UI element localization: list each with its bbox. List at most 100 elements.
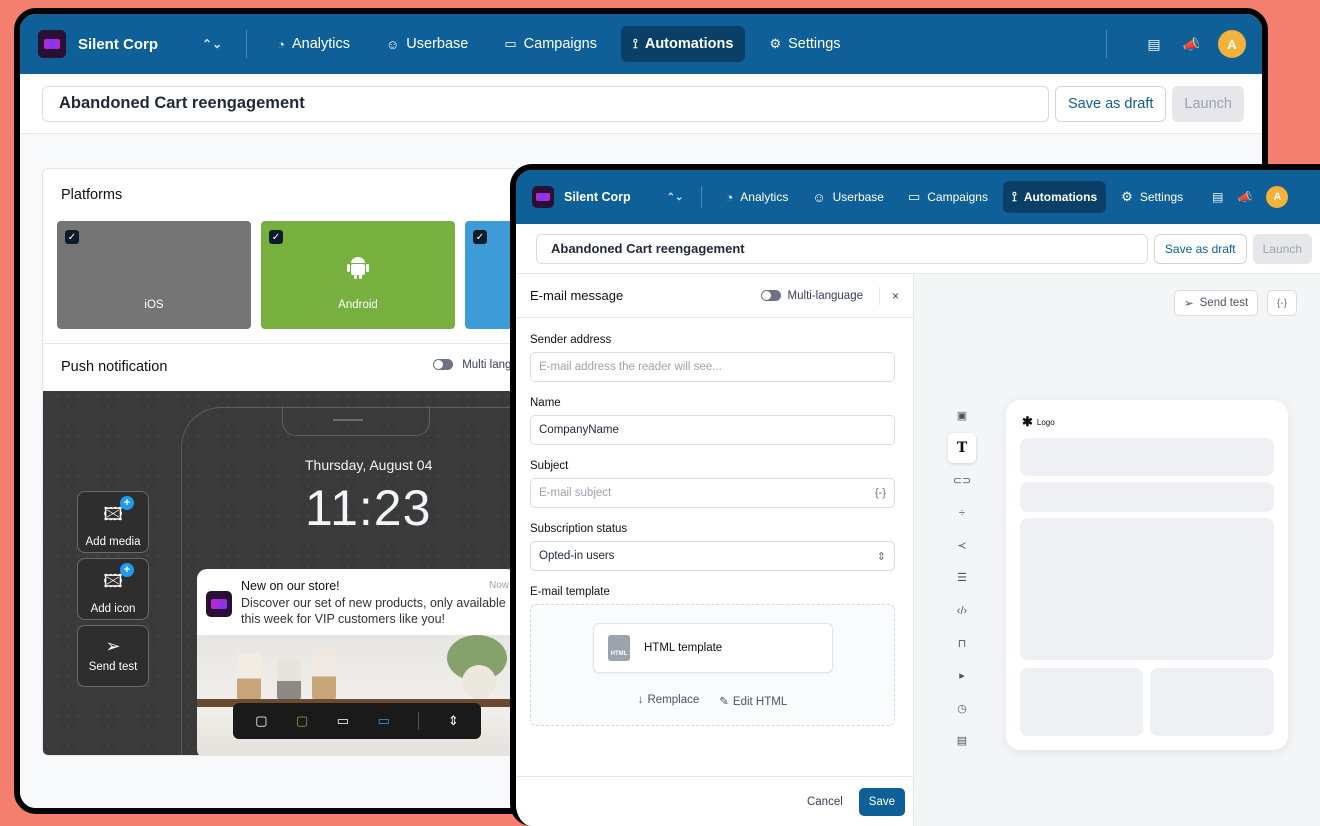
toggle-label: Multi lang bbox=[462, 359, 512, 371]
email-block[interactable] bbox=[1150, 668, 1274, 736]
subject-input[interactable]: E-mail subject {-} bbox=[530, 478, 895, 508]
send-test-label: Send test bbox=[1199, 297, 1249, 309]
image-icon: 🖾 + bbox=[78, 563, 148, 599]
subscription-select[interactable]: Opted-in users ⇕ bbox=[530, 541, 895, 571]
save-draft-button[interactable]: Save as draft bbox=[1054, 85, 1167, 122]
announcements-icon[interactable]: 📣 bbox=[1238, 190, 1253, 204]
variables-button[interactable]: {-} bbox=[1267, 290, 1297, 316]
variable-insert-icon[interactable]: {-} bbox=[875, 487, 886, 499]
image-block-icon[interactable]: ▣ bbox=[948, 400, 976, 430]
toggle-off[interactable] bbox=[433, 359, 453, 371]
checkbox-checked[interactable]: ✓ bbox=[65, 230, 79, 244]
sender-label: Sender address bbox=[530, 334, 612, 346]
send-icon: ➢ bbox=[1184, 298, 1194, 310]
product-block-icon[interactable]: ⊓ bbox=[948, 628, 976, 658]
launch-button[interactable]: Launch bbox=[1172, 85, 1244, 122]
subscription-value: Opted-in users bbox=[539, 550, 615, 562]
footer-block-icon[interactable]: ▤ bbox=[948, 726, 976, 756]
html-template-card[interactable]: HTML HTML template bbox=[593, 623, 833, 673]
code-block-icon[interactable]: ‹/› bbox=[948, 596, 976, 626]
platform-android[interactable]: ✓ Android bbox=[261, 221, 455, 329]
video-block-icon[interactable]: ▸ bbox=[948, 661, 976, 691]
save-draft-button[interactable]: Save as draft bbox=[1153, 233, 1247, 264]
panel-title: E-mail message bbox=[530, 288, 624, 303]
nav-campaigns[interactable]: ▭ Campaigns bbox=[492, 26, 609, 62]
add-media-button[interactable]: 🖾 + Add media bbox=[77, 491, 149, 553]
campaign-title-input[interactable]: Abandoned Cart reengagement bbox=[536, 233, 1148, 264]
ios-device-icon[interactable]: ▢ bbox=[255, 713, 267, 729]
notification-time: Now bbox=[488, 580, 509, 591]
email-logo[interactable]: ✱ Logo bbox=[1022, 414, 1055, 430]
nav-userbase[interactable]: ☺ Userbase bbox=[374, 26, 480, 62]
nav-label: Settings bbox=[788, 36, 841, 52]
chevron-updown-icon: ⇕ bbox=[876, 550, 886, 563]
vase-shape bbox=[462, 665, 496, 699]
checkbox-checked[interactable]: ✓ bbox=[473, 230, 487, 244]
template-label: E-mail template bbox=[530, 586, 610, 598]
divider-block-icon[interactable]: ÷ bbox=[948, 498, 976, 528]
nav-settings[interactable]: ⚙ Settings bbox=[1112, 181, 1192, 213]
nav-analytics[interactable]: ◔ Analytics bbox=[265, 26, 362, 62]
docs-icon[interactable]: ▤ bbox=[1147, 36, 1160, 53]
add-icon-button[interactable]: 🖾 + Add icon bbox=[77, 558, 149, 620]
platform-ios[interactable]: ✓ iOS bbox=[57, 221, 251, 329]
nav-campaigns[interactable]: ▭ Campaigns bbox=[899, 181, 997, 213]
nav-label: Analytics bbox=[291, 36, 351, 52]
template-actions: ↓ Remplace ✎ Edit HTML bbox=[531, 694, 894, 708]
sender-address-input[interactable]: E-mail address the reader will see... bbox=[530, 352, 895, 382]
email-block[interactable] bbox=[1020, 668, 1143, 736]
notification-title: New on our store! bbox=[241, 579, 340, 593]
avatar[interactable]: A bbox=[1218, 30, 1246, 58]
collapse-icon[interactable]: ⇕ bbox=[448, 713, 459, 729]
subject-placeholder: E-mail subject bbox=[539, 487, 612, 499]
replace-button[interactable]: ↓ Remplace bbox=[638, 694, 700, 708]
header-divider bbox=[878, 286, 880, 305]
toggle-off[interactable] bbox=[760, 290, 781, 301]
text-block-icon[interactable]: T bbox=[948, 432, 976, 463]
spacer-block-icon[interactable]: ☰ bbox=[948, 563, 976, 593]
name-input[interactable]: CompanyName bbox=[530, 415, 895, 445]
send-test-button[interactable]: ➢ Send test bbox=[77, 625, 149, 687]
nav-automations[interactable]: ⟟ Automations bbox=[621, 26, 746, 62]
campaign-title-input[interactable]: Abandoned Cart reengagement bbox=[42, 85, 1049, 122]
template-dropzone[interactable]: HTML HTML template ↓ Remplace ✎ Edit HTML bbox=[530, 604, 895, 726]
nav-automations[interactable]: ⟟ Automations bbox=[1002, 181, 1107, 213]
download-icon: ↓ bbox=[637, 694, 644, 706]
campaign-title-bar: Abandoned Cart reengagement Save as draf… bbox=[20, 74, 1262, 134]
save-button[interactable]: Save bbox=[858, 787, 905, 816]
email-block[interactable] bbox=[1020, 482, 1274, 512]
brand-logo bbox=[38, 30, 66, 58]
nav-label: Campaigns bbox=[927, 190, 988, 204]
nav-userbase[interactable]: ☺ Userbase bbox=[803, 182, 893, 213]
android-device-icon[interactable]: ▢ bbox=[296, 713, 308, 729]
email-block[interactable] bbox=[1020, 438, 1274, 476]
multilanguage-toggle[interactable]: Multi-language bbox=[760, 290, 863, 302]
close-icon[interactable]: × bbox=[892, 289, 899, 303]
campaign-title-bar: Abandoned Cart reengagement Save as draf… bbox=[516, 224, 1320, 274]
plus-badge-icon: + bbox=[120, 496, 134, 510]
button-block-icon[interactable]: ⊂⊃ bbox=[948, 465, 976, 495]
windows-device-icon[interactable]: ▭ bbox=[378, 713, 390, 729]
social-block-icon[interactable]: ≺ bbox=[948, 530, 976, 560]
workspace-switcher[interactable]: Silent Corp ⌃⌄ bbox=[38, 30, 222, 58]
gear-icon: ⚙ bbox=[769, 36, 782, 51]
nav-settings[interactable]: ⚙ Settings bbox=[757, 26, 852, 62]
users-icon: ☺ bbox=[812, 189, 826, 205]
send-test-button[interactable]: ➢ Send test bbox=[1174, 290, 1259, 316]
mac-device-icon[interactable]: ▭ bbox=[337, 713, 349, 729]
template-card-label: HTML template bbox=[644, 642, 723, 654]
nav-analytics[interactable]: ◔ Analytics bbox=[716, 182, 797, 213]
launch-button[interactable]: Launch bbox=[1252, 233, 1312, 264]
top-navbar: Silent Corp ⌃⌄ ◔ Analytics ☺ Userbase ▭ Cam… bbox=[516, 170, 1320, 224]
edit-html-button[interactable]: ✎ Edit HTML bbox=[719, 694, 787, 708]
push-multilang-toggle[interactable]: Multi lang bbox=[433, 359, 511, 371]
send-icon: ➢ bbox=[105, 636, 121, 656]
docs-icon[interactable]: ▤ bbox=[1212, 190, 1223, 204]
cancel-button[interactable]: Cancel bbox=[807, 796, 843, 808]
timer-block-icon[interactable]: ◷ bbox=[948, 693, 976, 723]
workspace-switcher[interactable]: Silent Corp ⌃⌄ bbox=[532, 186, 683, 208]
avatar[interactable]: A bbox=[1266, 186, 1289, 208]
email-block[interactable] bbox=[1020, 518, 1274, 660]
announcements-icon[interactable]: 📣 bbox=[1183, 36, 1200, 53]
checkbox-checked[interactable]: ✓ bbox=[269, 230, 283, 244]
